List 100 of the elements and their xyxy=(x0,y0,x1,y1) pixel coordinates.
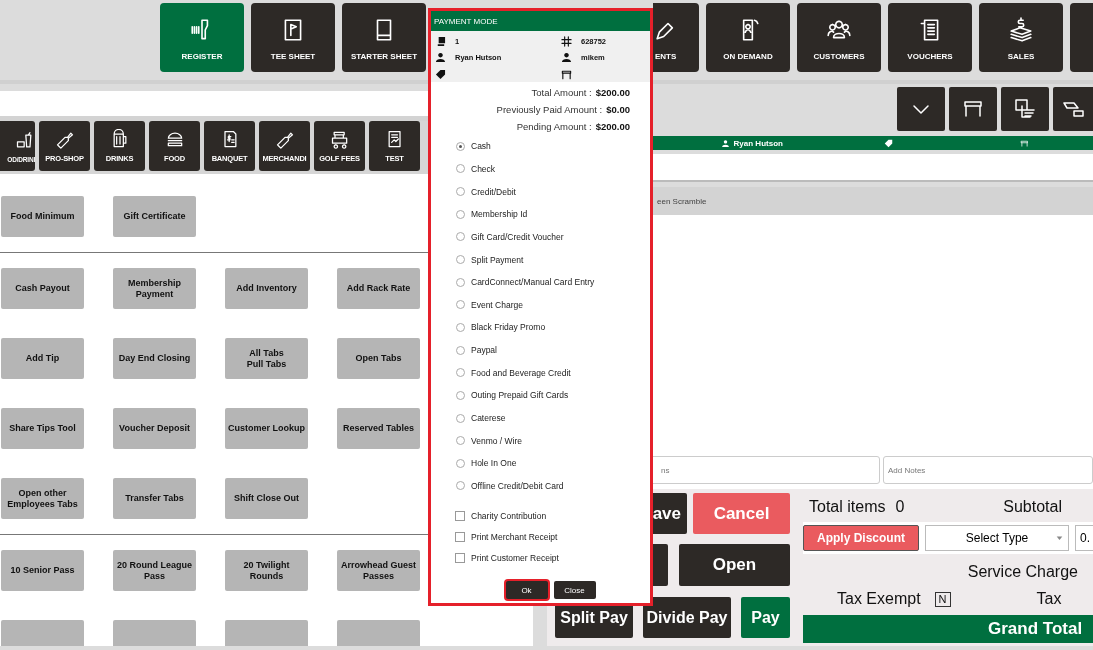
payment-method-label[interactable]: CardConnect/Manual Card Entry xyxy=(471,277,595,288)
payment-method-label[interactable]: Outing Prepaid Gift Cards xyxy=(471,390,569,401)
nav-tile[interactable]: CUSTOMERS xyxy=(797,3,881,72)
radio-button[interactable] xyxy=(456,413,465,423)
nav-tile[interactable]: VOUCHERS xyxy=(888,3,972,72)
function-button[interactable]: Cash Payout xyxy=(1,268,84,309)
payment-method-label[interactable]: Black Friday Promo xyxy=(471,322,546,333)
radio-button[interactable] xyxy=(456,141,465,151)
payment-method-label[interactable]: Food and Beverage Credit xyxy=(471,367,571,378)
dropdown-button[interactable] xyxy=(897,87,945,131)
discount-type-dropdown[interactable]: Select Type xyxy=(925,525,1069,551)
function-button[interactable]: 10 Senior Pass xyxy=(1,550,84,591)
radio-button[interactable] xyxy=(456,368,465,378)
radio-button[interactable] xyxy=(456,436,465,446)
payment-method-label[interactable]: Event Charge xyxy=(471,299,523,310)
payment-method-label[interactable]: Credit/Debit xyxy=(471,186,516,197)
payment-method-label[interactable]: Split Payment xyxy=(471,254,524,265)
nav-tile[interactable]: ON DEMAND xyxy=(706,3,790,72)
tag-icon xyxy=(883,138,893,148)
radio-button[interactable] xyxy=(456,209,465,219)
table-icon xyxy=(1020,138,1030,148)
touch-button[interactable] xyxy=(1001,87,1049,131)
subtotal-label: Subtotal xyxy=(1003,498,1062,516)
dialog-button[interactable]: Ok xyxy=(505,581,548,600)
function-button[interactable]: Voucher Deposit xyxy=(113,408,196,449)
payment-method-label[interactable]: Hole In One xyxy=(471,458,517,469)
grand-total-bar: Grand Total xyxy=(803,615,1093,643)
caret-icon xyxy=(1056,536,1063,541)
option-label[interactable]: Print Customer Receipt xyxy=(471,552,559,563)
dialog-button[interactable]: Close xyxy=(553,581,596,600)
function-button[interactable]: Membership Payment xyxy=(113,268,196,309)
function-button[interactable]: Transfer Tabs xyxy=(113,478,196,519)
action-button[interactable]: Divide Pay xyxy=(643,597,731,638)
payment-method-label[interactable]: Gift Card/Credit Voucher xyxy=(471,231,564,242)
function-button[interactable]: Gift Certificate xyxy=(113,196,196,237)
function-button[interactable]: 20 Round League Pass xyxy=(113,550,196,591)
action-button[interactable]: Open xyxy=(679,544,790,586)
radio-button[interactable] xyxy=(456,345,465,355)
service-charge-label: Service Charge xyxy=(966,563,1079,582)
action-button[interactable]: Pay xyxy=(741,597,790,638)
amount-label: Previously Paid Amount : xyxy=(496,104,603,115)
checkbox[interactable] xyxy=(455,510,465,521)
function-button[interactable]: Share Tips Tool xyxy=(1,408,84,449)
checkbox[interactable] xyxy=(455,531,465,542)
tax-exempt-label: Tax Exempt xyxy=(837,590,921,608)
option-label[interactable]: Print Merchant Receipt xyxy=(471,531,558,542)
money-stack-icon xyxy=(1008,17,1034,43)
function-button[interactable]: 20 Twilight Rounds xyxy=(225,550,308,591)
payment-method-label[interactable]: Cash xyxy=(471,141,491,152)
radio-button[interactable] xyxy=(456,458,465,468)
total-items-count: 0 xyxy=(895,498,905,516)
input-field[interactable]: Add Notes xyxy=(883,456,1093,484)
tax-label: Tax xyxy=(1036,590,1062,608)
golf-cart-icon xyxy=(329,129,350,149)
tax-exempt-toggle[interactable]: N xyxy=(934,591,951,607)
person-icon xyxy=(561,52,572,64)
radio-button[interactable] xyxy=(456,322,465,332)
nav-tile[interactable]: REGISTER xyxy=(160,3,244,72)
function-button[interactable]: Open other Employees Tabs xyxy=(1,478,84,519)
nav-tile[interactable]: STARTER SHEET xyxy=(342,3,426,72)
radio-button[interactable] xyxy=(456,164,465,174)
radio-button[interactable] xyxy=(456,481,465,491)
radio-button[interactable] xyxy=(456,300,465,310)
function-button[interactable]: Customer Lookup xyxy=(225,408,308,449)
function-button[interactable]: Add Rack Rate xyxy=(337,268,420,309)
radio-button[interactable] xyxy=(456,277,465,287)
function-button[interactable]: Arrowhead Guest Passes xyxy=(337,550,420,591)
tag-icon xyxy=(435,68,446,80)
nav-tile[interactable]: ENTS xyxy=(653,3,699,72)
radio-button[interactable] xyxy=(456,390,465,400)
option-label[interactable]: Charity Contribution xyxy=(471,510,547,521)
checkbox[interactable] xyxy=(455,552,465,563)
total-items-label: Total items xyxy=(809,498,886,516)
person-icon xyxy=(435,52,446,64)
amount-value: $0.00 xyxy=(606,104,630,115)
amount-label: Total Amount : xyxy=(531,87,592,98)
dialog-title: PAYMENT MODE xyxy=(431,11,650,31)
nav-tile[interactable] xyxy=(1070,3,1093,72)
radio-button[interactable] xyxy=(456,187,465,197)
function-button[interactable]: All Tabs Pull Tabs xyxy=(225,338,308,379)
function-button[interactable]: Reserved Tables xyxy=(337,408,420,449)
nav-tile[interactable]: TEE SHEET xyxy=(251,3,335,72)
radio-button[interactable] xyxy=(456,255,465,264)
function-button[interactable]: Add Inventory xyxy=(225,268,308,309)
table-button[interactable] xyxy=(949,87,997,131)
payment-method-label[interactable]: Paypal xyxy=(471,345,497,356)
payment-method-label[interactable]: Membership Id xyxy=(471,209,528,220)
nav-tile[interactable]: SALES xyxy=(979,3,1063,72)
payment-method-label[interactable]: Check xyxy=(471,163,496,174)
function-button[interactable]: Food Minimum xyxy=(1,196,84,237)
radio-button[interactable] xyxy=(456,232,465,242)
function-button[interactable]: Add Tip xyxy=(1,338,84,379)
payment-method-label[interactable]: Caterese xyxy=(471,413,506,423)
payment-method-label[interactable]: Venmo / Wire xyxy=(471,435,523,446)
card-button[interactable] xyxy=(1053,87,1093,131)
discount-value-field[interactable]: 0. xyxy=(1075,525,1093,551)
function-button[interactable]: Open Tabs xyxy=(337,338,420,379)
customer-name: Ryan Hutson xyxy=(733,138,783,148)
function-button[interactable]: Day End Closing xyxy=(113,338,196,379)
function-button[interactable]: Shift Close Out xyxy=(225,478,308,519)
